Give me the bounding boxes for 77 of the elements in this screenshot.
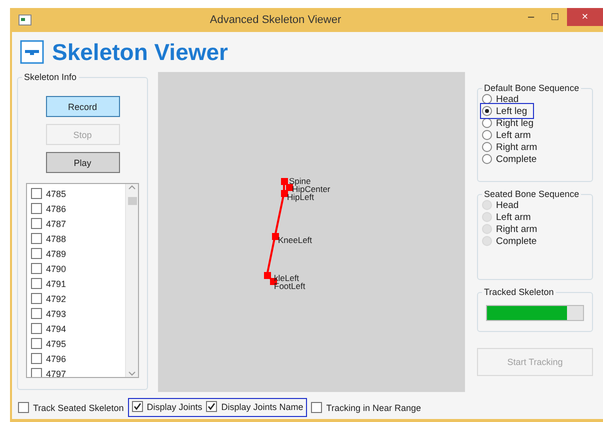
radio-label: Complete: [496, 154, 537, 164]
checkbox-label: 4789: [46, 248, 66, 258]
scroll-thumb[interactable]: [128, 196, 136, 204]
checkbox[interactable]: [31, 203, 42, 214]
checkbox[interactable]: [31, 293, 42, 304]
checkbox[interactable]: [31, 218, 42, 229]
checkbox[interactable]: [31, 353, 42, 364]
checkbox[interactable]: [31, 233, 42, 244]
radio-label: Complete: [496, 236, 537, 246]
radio-button[interactable]: [482, 142, 492, 152]
joint-label: Spine: [289, 177, 311, 186]
checkbox[interactable]: [132, 401, 143, 412]
radio-label: Right leg: [496, 118, 534, 128]
group-title: Default Bone Sequence: [482, 83, 582, 93]
checkbox[interactable]: [31, 323, 42, 334]
radio-label: Head: [496, 94, 519, 104]
app-icon: [18, 14, 32, 26]
window-title: Advanced Skeleton Viewer: [208, 14, 342, 26]
checkbox-label: 4790: [46, 264, 66, 274]
group-title: Seated Bone Sequence: [482, 189, 582, 199]
checkbox[interactable]: [206, 401, 218, 412]
checkbox-label: 4788: [46, 234, 66, 244]
scrollbar[interactable]: [125, 184, 138, 377]
radio-button[interactable]: [482, 106, 492, 116]
checkbox-label: 4793: [46, 308, 66, 318]
radio-button[interactable]: [482, 118, 492, 128]
joint-label: FootLeft: [274, 282, 306, 291]
app-heading: Skeleton Viewer: [52, 38, 228, 66]
maximize-button[interactable]: □: [543, 8, 567, 26]
checkbox-label: 4791: [46, 278, 66, 288]
check-icon: [132, 402, 142, 411]
checkbox-label: 4797: [46, 368, 66, 377]
checkbox[interactable]: [31, 188, 42, 199]
checkbox-label: Display Joints: [146, 402, 202, 412]
joint-label: HipCenter: [292, 185, 330, 194]
checkbox[interactable]: [18, 402, 29, 413]
checkbox-label: 4796: [46, 354, 66, 364]
checkbox-label: 4787: [46, 218, 66, 228]
scroll-down-icon[interactable]: [128, 371, 136, 377]
radio-label: Right arm: [496, 142, 538, 152]
joint-label: KneeLeft: [278, 236, 312, 245]
checkbox[interactable]: [31, 308, 42, 319]
checkbox-label: Display Joints Name: [221, 402, 304, 412]
radio-button[interactable]: [482, 130, 492, 140]
action-button[interactable]: Record: [46, 96, 120, 117]
joint-label: kleLeft: [274, 274, 300, 283]
check-icon: [207, 402, 216, 411]
checkbox[interactable]: [31, 263, 42, 274]
scroll-up-icon[interactable]: [128, 184, 136, 190]
radio-label: Left arm: [496, 212, 531, 222]
checkbox-label: Track Seated Skeleton: [33, 402, 124, 412]
close-button[interactable]: ×: [567, 8, 603, 26]
radio-label: Right arm: [496, 224, 538, 234]
joint-marker: [272, 233, 279, 240]
checkbox[interactable]: [31, 338, 42, 349]
group-title: Tracked Skeleton: [482, 287, 556, 297]
checkbox[interactable]: [31, 248, 42, 259]
radio-label: Head: [496, 200, 519, 210]
radio-button[interactable]: [482, 94, 492, 104]
radio-label: Left arm: [496, 130, 531, 140]
group-title: Skeleton Info: [22, 72, 79, 82]
checkbox[interactable]: [31, 368, 42, 377]
checkbox-label: 4794: [46, 324, 66, 334]
minimize-button[interactable]: –: [519, 8, 543, 26]
skeleton-logo-icon: [20, 40, 44, 64]
checkbox-label: 4795: [46, 338, 66, 348]
checkbox-label: 4786: [46, 204, 66, 214]
checkbox[interactable]: [31, 278, 42, 289]
skeleton-list[interactable]: 4785 4786 4787 4788 4789 4790 4791 4792 4793 4794 4795 4796 4797: [26, 183, 139, 378]
checkbox[interactable]: [311, 402, 322, 413]
checkbox-label: Tracking in Near Range: [326, 402, 421, 412]
joint-label: HipLeft: [287, 193, 314, 202]
checkbox-label: 4792: [46, 294, 66, 304]
radio-label: Left leg: [496, 106, 528, 116]
radio-button[interactable]: [482, 154, 492, 164]
action-button[interactable]: Play: [46, 152, 120, 173]
checkbox-label: 4785: [46, 188, 66, 198]
